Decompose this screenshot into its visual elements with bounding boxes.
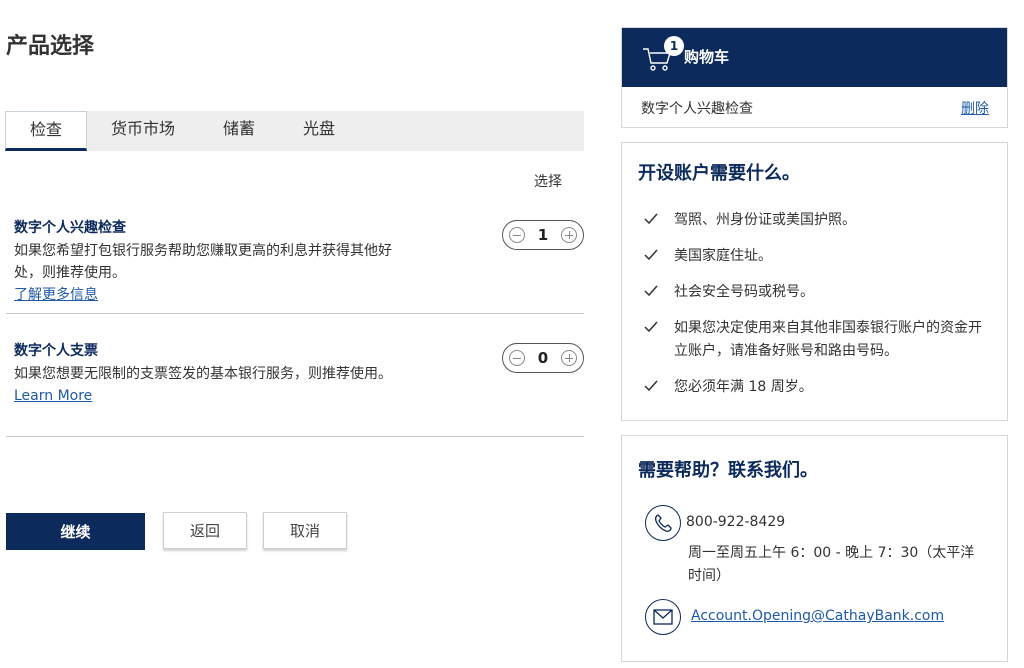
increment-button[interactable] xyxy=(561,227,577,243)
check-icon xyxy=(644,380,658,392)
tab-cd[interactable]: 光盘 xyxy=(279,111,359,151)
page-title: 产品选择 xyxy=(6,34,95,59)
requirement-text: 社会安全号码或税号。 xyxy=(674,284,814,300)
product-description: 如果您希望打包银行服务帮助您赚取更高的利息并获得其他好处，则推荐使用。 xyxy=(14,243,392,281)
tab-checking[interactable]: 检查 xyxy=(5,111,87,151)
phone-number[interactable]: 800-922-8429 xyxy=(686,514,785,530)
product-item: 数字个人支票 如果您想要无限制的支票签发的基本银行服务，则推荐使用。 Learn… xyxy=(14,340,414,407)
decrement-button[interactable] xyxy=(509,350,525,366)
mail-icon xyxy=(645,599,681,635)
requirements-title: 开设账户需要什么。 xyxy=(638,163,800,184)
cart-item-name: 数字个人兴趣检查 xyxy=(641,101,753,117)
list-item: 美国家庭住址。 xyxy=(642,245,992,268)
cancel-button[interactable]: 取消 xyxy=(263,512,347,549)
continue-button[interactable]: 继续 xyxy=(6,513,145,550)
selection-column-header: 选择 xyxy=(534,174,562,190)
back-button[interactable]: 返回 xyxy=(163,512,247,549)
product-name: 数字个人兴趣检查 xyxy=(14,220,126,236)
product-tabs: 检查 货币市场 储蓄 光盘 xyxy=(5,111,584,151)
check-icon xyxy=(644,213,658,225)
tab-savings[interactable]: 储蓄 xyxy=(199,111,279,151)
quantity-stepper: 1 xyxy=(502,220,584,250)
tab-money-market[interactable]: 货币市场 xyxy=(87,111,199,151)
cart-count-badge: 1 xyxy=(664,36,684,56)
remove-item-link[interactable]: 删除 xyxy=(961,98,989,118)
list-item: 驾照、州身份证或美国护照。 xyxy=(642,209,992,232)
check-icon xyxy=(644,249,658,261)
list-item: 社会安全号码或税号。 xyxy=(642,281,992,304)
requirements-list: 驾照、州身份证或美国护照。 美国家庭住址。 社会安全号码或税号。 如果您决定使用… xyxy=(642,209,992,412)
quantity-value: 0 xyxy=(537,349,549,367)
list-item: 如果您决定使用来自其他非国泰银行账户的资金开立账户，请准备好账号和路由号码。 xyxy=(642,317,992,363)
product-description: 如果您想要无限制的支票签发的基本银行服务，则推荐使用。 xyxy=(14,366,392,382)
requirements-panel: 开设账户需要什么。 驾照、州身份证或美国护照。 美国家庭住址。 社会安全号码或税… xyxy=(621,142,1008,421)
decrement-button[interactable] xyxy=(509,227,525,243)
check-icon xyxy=(644,321,658,333)
requirement-text: 如果您决定使用来自其他非国泰银行账户的资金开立账户，请准备好账号和路由号码。 xyxy=(674,320,982,359)
product-item: 数字个人兴趣检查 如果您希望打包银行服务帮助您赚取更高的利息并获得其他好处，则推… xyxy=(14,217,414,306)
quantity-stepper: 0 xyxy=(502,343,584,373)
learn-more-link[interactable]: 了解更多信息 xyxy=(14,284,98,306)
shopping-cart-panel: 1 购物车 数字个人兴趣检查 删除 xyxy=(621,27,1008,128)
phone-icon xyxy=(645,505,681,541)
list-item: 您必须年满 18 周岁。 xyxy=(642,376,992,399)
check-icon xyxy=(644,285,658,297)
learn-more-link[interactable]: Learn More xyxy=(14,385,92,407)
divider xyxy=(6,436,584,437)
help-title: 需要帮助？联系我们。 xyxy=(638,460,818,481)
help-contact-panel: 需要帮助？联系我们。 800-922-8429 周一至周五上午 6：00 - 晚… xyxy=(621,435,1008,662)
quantity-value: 1 xyxy=(537,226,549,244)
product-name: 数字个人支票 xyxy=(14,343,98,359)
requirement-text: 美国家庭住址。 xyxy=(674,248,772,264)
cart-header: 1 购物车 xyxy=(622,28,1007,87)
business-hours: 周一至周五上午 6：00 - 晚上 7：30（太平洋时间） xyxy=(688,545,975,584)
increment-button[interactable] xyxy=(561,350,577,366)
requirement-text: 驾照、州身份证或美国护照。 xyxy=(674,212,856,228)
email-link[interactable]: Account.Opening@CathayBank.com xyxy=(691,608,944,624)
cart-title: 购物车 xyxy=(684,48,730,66)
requirement-text: 您必须年满 18 周岁。 xyxy=(674,379,813,395)
divider xyxy=(6,313,584,314)
